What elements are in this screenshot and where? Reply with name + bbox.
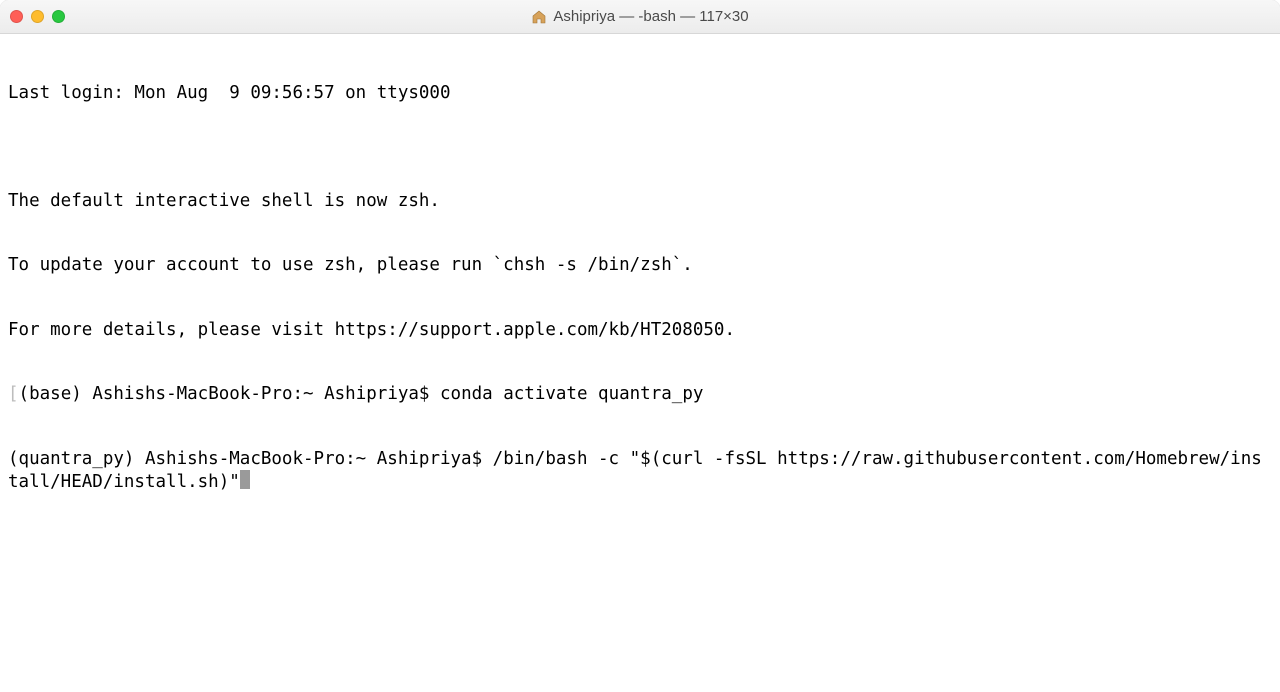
env-prefix: (base) xyxy=(19,384,93,404)
prompt-bracket-open: [ xyxy=(8,384,19,404)
maximize-button[interactable] xyxy=(52,10,65,23)
terminal-area[interactable]: Last login: Mon Aug 9 09:56:57 on ttys00… xyxy=(0,34,1280,692)
terminal-prompt-line: [(base) Ashishs-MacBook-Pro:~ Ashipriya$… xyxy=(8,384,1272,406)
text-cursor xyxy=(240,470,250,489)
window-title-text: Ashipriya — -bash — 117×30 xyxy=(553,8,748,25)
home-folder-icon xyxy=(531,9,547,25)
terminal-output-line: Last login: Mon Aug 9 09:56:57 on ttys00… xyxy=(8,83,1272,105)
terminal-window: Ashipriya — -bash — 117×30 Last login: M… xyxy=(0,0,1280,692)
minimize-button[interactable] xyxy=(31,10,44,23)
prompt-host: Ashishs-MacBook-Pro:~ Ashipriya$ xyxy=(92,384,440,404)
close-button[interactable] xyxy=(10,10,23,23)
prompt-command: conda activate quantra_py xyxy=(440,384,703,404)
env-prefix: (quantra_py) xyxy=(8,449,145,469)
prompt-host: Ashishs-MacBook-Pro:~ Ashipriya$ xyxy=(145,449,493,469)
terminal-prompt-line: (quantra_py) Ashishs-MacBook-Pro:~ Aship… xyxy=(8,449,1272,494)
window-title: Ashipriya — -bash — 117×30 xyxy=(0,8,1280,25)
terminal-output-line: The default interactive shell is now zsh… xyxy=(8,191,1272,213)
window-controls xyxy=(10,10,65,23)
titlebar[interactable]: Ashipriya — -bash — 117×30 xyxy=(0,0,1280,34)
terminal-output-line: For more details, please visit https://s… xyxy=(8,320,1272,342)
terminal-output-line: To update your account to use zsh, pleas… xyxy=(8,255,1272,277)
